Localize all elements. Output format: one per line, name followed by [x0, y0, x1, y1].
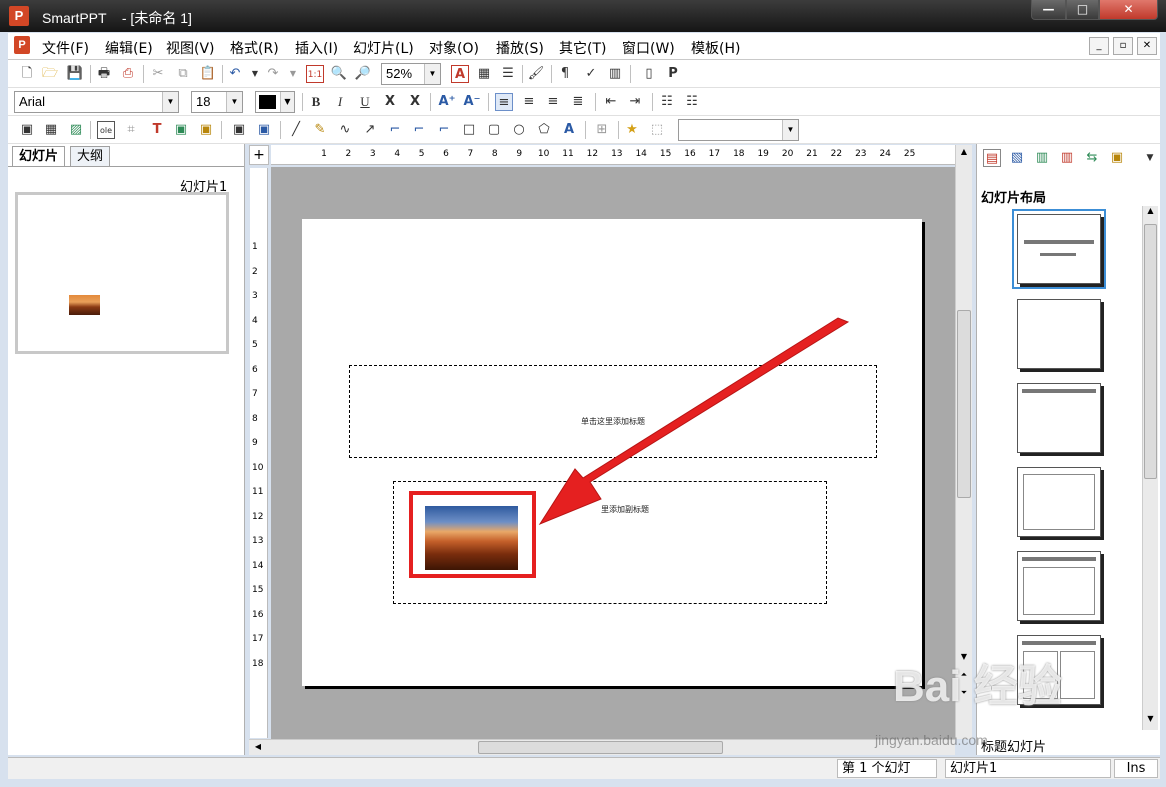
panel-menu-chevron-icon[interactable]: ▼: [1141, 149, 1159, 167]
color-scheme-icon[interactable]: ▥: [1033, 149, 1051, 167]
slide-name-status: 幻灯片1: [945, 759, 1111, 778]
layout-title-content[interactable]: [1017, 551, 1101, 621]
background-icon[interactable]: ▥: [1058, 149, 1076, 167]
horizontal-scroll-thumb[interactable]: [478, 741, 723, 754]
layout-panel-icon[interactable]: ▤: [983, 149, 1001, 167]
scroll-down-icon[interactable]: ▼: [1143, 714, 1158, 728]
transition-icon[interactable]: ⇆: [1083, 149, 1101, 167]
layout-scrollbar[interactable]: ▲ ▼: [1142, 206, 1158, 730]
slide-position-status: 第 1 个幻灯: [837, 759, 937, 778]
layout-blank[interactable]: [1017, 299, 1101, 369]
scroll-left-icon[interactable]: ◀: [251, 740, 265, 754]
selected-layout-name: 标题幻灯片: [981, 740, 1047, 755]
status-bar: 第 1 个幻灯 幻灯片1 Ins: [8, 757, 1160, 779]
layout-line: [1024, 240, 1094, 244]
animation-panel-icon[interactable]: ▣: [1108, 149, 1126, 167]
app-window: P SmartPPT - [未命名 1] — □ ✕ P 文件(F) 编辑(E)…: [0, 0, 1166, 787]
baidu-watermark-url: jingyan.baidu.com: [875, 732, 988, 748]
horizontal-scrollbar[interactable]: ◀: [249, 739, 955, 755]
layout-line: [1022, 641, 1096, 645]
arrow-shape: [538, 317, 850, 526]
layout-scroll-thumb[interactable]: [1144, 224, 1157, 479]
insert-mode-status: Ins: [1114, 759, 1158, 778]
baidu-watermark: Bai 经验: [893, 662, 1062, 711]
scroll-up-icon[interactable]: ▲: [1143, 206, 1158, 220]
layout-box: [1060, 651, 1095, 699]
vertical-scroll-thumb[interactable]: [957, 310, 971, 498]
layout-line: [1022, 557, 1096, 561]
scroll-up-icon[interactable]: ▲: [957, 145, 971, 159]
layout-box: [1023, 474, 1095, 530]
layout-title-slide[interactable]: [1012, 209, 1106, 289]
layout-line: [1022, 389, 1096, 393]
layout-title-only[interactable]: [1017, 383, 1101, 453]
layout-panel-title: 幻灯片布局: [981, 191, 1047, 206]
layout-content[interactable]: [1017, 467, 1101, 537]
design-icon[interactable]: ▧: [1008, 149, 1026, 167]
layout-box: [1023, 567, 1095, 615]
layout-line: [1040, 253, 1076, 256]
